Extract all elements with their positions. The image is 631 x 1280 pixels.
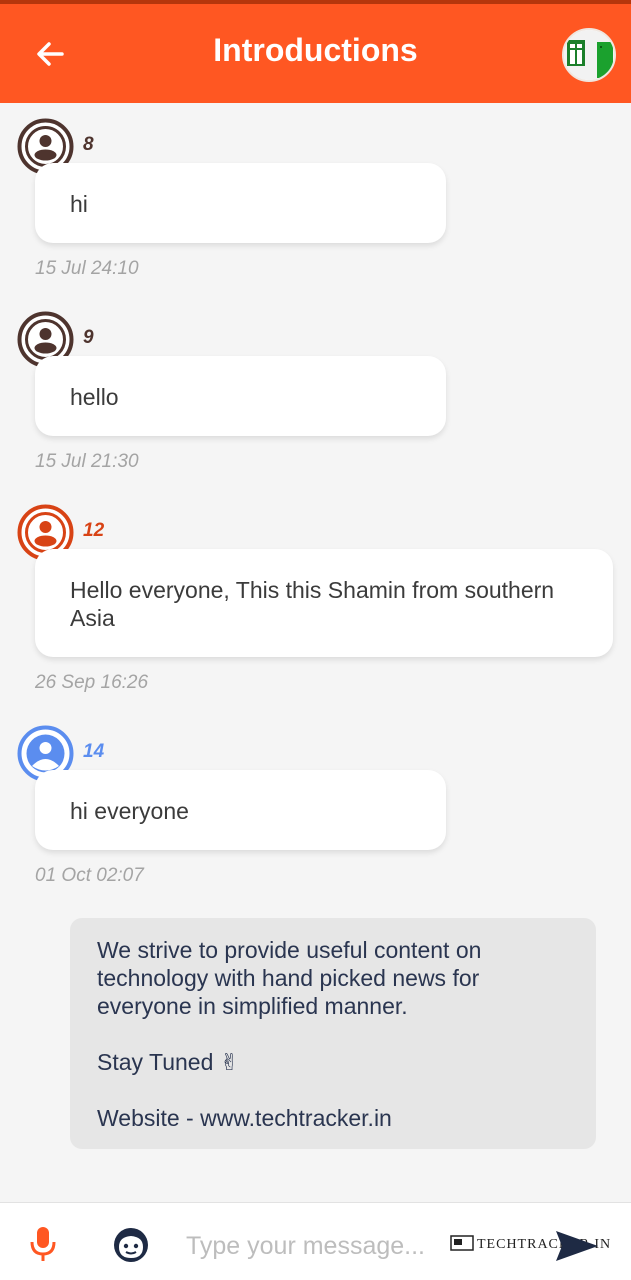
message-text: hello [70,384,119,410]
send-icon[interactable] [554,1229,600,1263]
message-timestamp: 15 Jul 21:30 [35,451,139,472]
app-header: Introductions [0,4,631,103]
message-timestamp: 26 Sep 16:26 [35,672,149,693]
page-title: Introductions [213,32,418,68]
message-timestamp: 15 Jul 24:10 [35,258,139,279]
message-bubble[interactable]: hi [35,163,446,243]
message-text: hi [70,191,88,217]
message-composer: TECHTRACKER.IN [0,1202,631,1280]
notice-description: We strive to provide useful content on t… [97,937,482,1019]
group-avatar[interactable] [562,28,616,82]
sender-name: 12 [83,520,105,541]
group-avatar-image [564,30,614,80]
message-input[interactable] [186,1229,444,1263]
message-bubble[interactable]: hello [35,356,446,436]
message-bubble[interactable]: Hello everyone, This this Shamin from so… [35,549,613,657]
notice-website: Website - www.techtracker.in [97,1105,392,1131]
message-text: Hello everyone, This this Shamin from so… [70,577,555,631]
info-notice: We strive to provide useful content on t… [70,918,596,1149]
sender-name: 9 [83,327,94,348]
emoji-icon[interactable] [111,1225,151,1265]
monitor-icon [450,1235,474,1251]
sender-name: 8 [83,134,94,155]
message-text: hi everyone [70,798,189,824]
message-bubble[interactable]: hi everyone [35,770,446,850]
microphone-icon[interactable] [28,1225,58,1263]
notice-tagline: Stay Tuned ✌ [97,1049,240,1075]
message-timestamp: 01 Oct 02:07 [35,865,144,886]
sender-name: 14 [83,741,105,762]
